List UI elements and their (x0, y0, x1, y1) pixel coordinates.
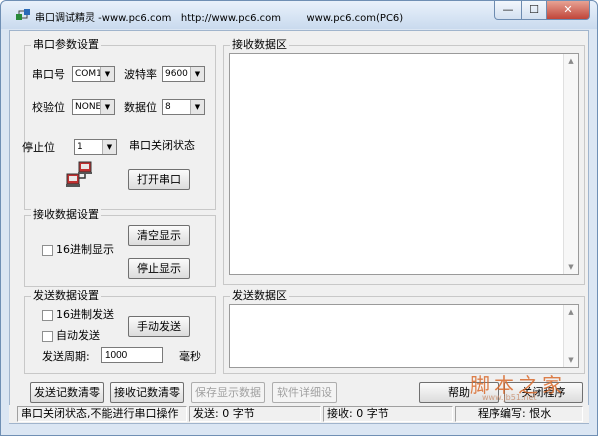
chevron-down-icon[interactable]: ▼ (190, 67, 204, 81)
save-display-button[interactable]: 保存显示数据 (191, 382, 265, 403)
baud-select[interactable]: 9600 ▼ (162, 66, 205, 82)
minimize-button[interactable]: — (494, 1, 522, 20)
parity-value: NONE (75, 102, 102, 112)
send-period-label: 发送周期: (42, 350, 90, 363)
chevron-down-icon[interactable]: ▼ (190, 100, 204, 114)
stopbits-label: 停止位 (22, 141, 55, 154)
window-title: 串口调试精灵 -www.pc6.com http://www.pc6.com w… (35, 13, 404, 24)
scroll-down-icon[interactable]: ▼ (564, 353, 578, 367)
port-label: 串口号 (32, 68, 65, 81)
send-period-unit: 毫秒 (179, 350, 201, 363)
app-icon (16, 9, 30, 20)
clear-send-count-button[interactable]: 发送记数清零 (30, 382, 104, 403)
hex-display-checkbox[interactable] (42, 245, 53, 256)
parity-select[interactable]: NONE ▼ (72, 99, 115, 115)
auto-send-checkbox[interactable] (42, 331, 53, 342)
databits-select[interactable]: 8 ▼ (162, 99, 205, 115)
status-author: 程序编写: 恨水 (455, 406, 583, 422)
close-button[interactable]: ✕ (546, 1, 590, 20)
software-settings-button[interactable]: 软件详细设置 (272, 382, 337, 418)
status-received: 接收: 0 字节 (323, 406, 453, 422)
hex-send-checkbox[interactable] (42, 310, 53, 321)
hex-display-label: 16进制显示 (56, 243, 114, 256)
receive-settings-label: 接收数据设置 (31, 208, 101, 222)
watermark-url: www.jb51.net (482, 393, 537, 402)
databits-value: 8 (165, 102, 171, 112)
stopbits-select[interactable]: 1 ▼ (74, 139, 117, 155)
maximize-button[interactable]: ☐ (521, 1, 547, 20)
receive-data-textarea[interactable]: ▲ ▼ (229, 53, 579, 275)
status-bar: 串口关闭状态,不能进行串口操作 发送: 0 字节 接收: 0 字节 程序编写: … (9, 405, 589, 423)
clear-display-button[interactable]: 清空显示 (128, 225, 190, 246)
send-period-input[interactable] (101, 347, 163, 363)
send-area-label: 发送数据区 (230, 289, 289, 303)
port-value: COM1 (75, 69, 102, 79)
app-window: 串口调试精灵 -www.pc6.com http://www.pc6.com w… (0, 0, 598, 436)
chevron-down-icon[interactable]: ▼ (100, 67, 114, 81)
status-sent: 发送: 0 字节 (189, 406, 321, 422)
port-select[interactable]: COM1 ▼ (72, 66, 115, 82)
auto-send-label: 自动发送 (56, 329, 100, 342)
baud-label: 波特率 (124, 68, 157, 81)
send-settings-label: 发送数据设置 (31, 289, 101, 303)
hex-send-label: 16进制发送 (56, 308, 114, 321)
clear-recv-count-button[interactable]: 接收记数清零 (110, 382, 184, 403)
stopbits-value: 1 (77, 142, 83, 152)
databits-label: 数据位 (124, 101, 157, 114)
chevron-down-icon[interactable]: ▼ (100, 100, 114, 114)
baud-value: 9600 (165, 69, 188, 79)
port-status-text: 串口关闭状态 (129, 139, 195, 152)
serial-port-icon (66, 161, 92, 187)
scroll-up-icon[interactable]: ▲ (564, 305, 578, 319)
status-state: 串口关闭状态,不能进行串口操作 (17, 406, 187, 422)
stop-display-button[interactable]: 停止显示 (128, 258, 190, 279)
scroll-up-icon[interactable]: ▲ (564, 54, 578, 68)
send-data-textarea[interactable]: ▲ ▼ (229, 304, 579, 368)
manual-send-button[interactable]: 手动发送 (128, 316, 190, 337)
client-area: 串口参数设置 串口号 COM1 ▼ 波特率 9600 ▼ 校验位 NONE ▼ … (9, 30, 589, 424)
parity-label: 校验位 (32, 101, 65, 114)
open-port-button[interactable]: 打开串口 (128, 169, 190, 190)
title-bar[interactable]: 串口调试精灵 -www.pc6.com http://www.pc6.com w… (1, 1, 597, 29)
serial-settings-label: 串口参数设置 (31, 38, 101, 52)
receive-area-label: 接收数据区 (230, 38, 289, 52)
chevron-down-icon[interactable]: ▼ (102, 140, 116, 154)
scroll-down-icon[interactable]: ▼ (564, 260, 578, 274)
receive-scrollbar[interactable]: ▲ ▼ (563, 54, 578, 274)
send-scrollbar[interactable]: ▲ ▼ (563, 305, 578, 367)
